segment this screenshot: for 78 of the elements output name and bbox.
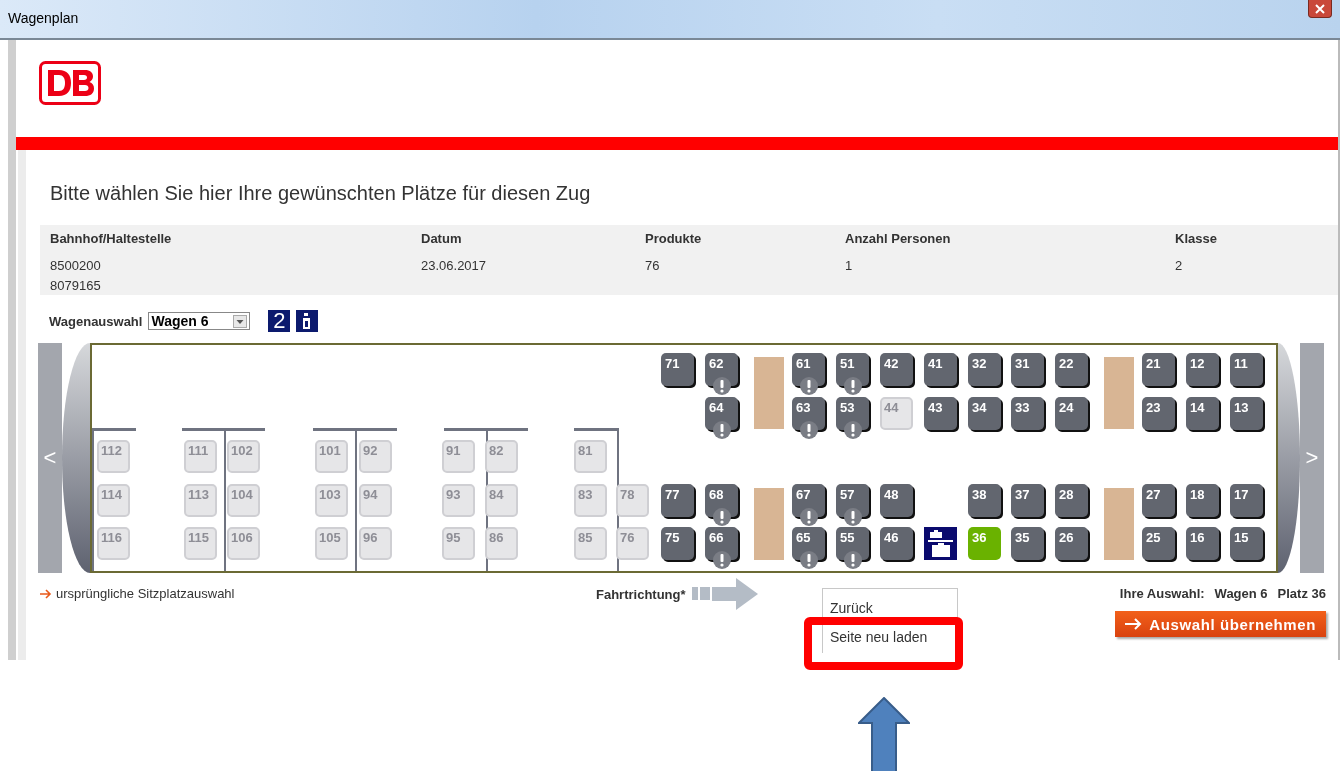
seat[interactable]: 63 xyxy=(792,396,825,441)
close-button[interactable] xyxy=(1308,0,1332,18)
wagon-label: Wagenauswahl xyxy=(49,313,143,329)
seat[interactable]: 68 xyxy=(705,483,738,528)
seat[interactable]: 32 xyxy=(968,353,1001,386)
seat[interactable]: 41 xyxy=(924,353,957,386)
wagon-dropdown[interactable]: Wagen 6 xyxy=(148,312,251,330)
seat[interactable]: 65 xyxy=(792,527,825,571)
seat[interactable]: 55 xyxy=(836,527,869,571)
info-label: Datum xyxy=(421,231,463,246)
selection-label: Ihre Auswahl: xyxy=(1119,586,1205,601)
seat[interactable]: 43 xyxy=(924,396,957,430)
seat[interactable]: 64 xyxy=(705,396,738,441)
direction-label: Fahrtrichtung* xyxy=(596,586,686,602)
selected-wagon: Wagen 6 xyxy=(1214,586,1268,601)
seat[interactable]: 31 xyxy=(1011,353,1044,386)
selected-seat: Platz 36 xyxy=(1277,586,1326,601)
arrow-right-icon xyxy=(40,588,52,599)
seat[interactable]: 12 xyxy=(1186,353,1219,386)
seat[interactable]: 75 xyxy=(661,527,694,560)
info-value: 2 xyxy=(1175,257,1184,275)
info-value: 23.06.2017 xyxy=(421,257,487,275)
table xyxy=(1104,357,1134,429)
seat[interactable]: 13 xyxy=(1230,396,1263,430)
info-value: 1 xyxy=(845,257,854,275)
seat[interactable]: 53 xyxy=(836,396,869,441)
seat[interactable]: 27 xyxy=(1142,483,1175,517)
seat[interactable]: 34 xyxy=(968,396,1001,430)
table xyxy=(754,357,784,429)
logo-icon xyxy=(39,61,101,105)
info-label: Bahnhof/Haltestelle xyxy=(50,231,172,246)
seat[interactable]: 15 xyxy=(1230,527,1263,560)
seat[interactable]: 33 xyxy=(1011,396,1044,430)
seat[interactable]: 24 xyxy=(1055,396,1088,430)
page-heading: Bitte wählen Sie hier Ihre gewünschten Plätze für diesen Zug xyxy=(50,182,592,205)
seat[interactable]: 14 xyxy=(1186,396,1219,430)
menu-item[interactable]: Zurück xyxy=(823,589,957,621)
seat[interactable]: 66 xyxy=(705,527,738,571)
close-icon xyxy=(1315,3,1325,14)
seat[interactable]: 48 xyxy=(880,483,913,517)
direction-arrow-icon xyxy=(691,577,758,611)
seat[interactable]: 11 xyxy=(1230,353,1263,386)
seat[interactable]: 18 xyxy=(1186,483,1219,517)
seat[interactable]: 62 xyxy=(705,353,738,397)
seat[interactable]: 37 xyxy=(1011,483,1044,517)
seat[interactable]: 17 xyxy=(1230,483,1263,517)
seat[interactable]: 28 xyxy=(1055,483,1088,517)
window-title: Wagenplan xyxy=(8,10,79,26)
info-label: Klasse xyxy=(1175,231,1217,246)
luggage-rack-icon xyxy=(924,527,957,560)
seat[interactable]: 25 xyxy=(1142,527,1175,560)
seat[interactable]: 61 xyxy=(792,353,825,397)
up-arrow-icon xyxy=(858,697,910,771)
class-badge: 2 xyxy=(268,310,291,332)
seat[interactable]: 16 xyxy=(1186,527,1219,560)
seat[interactable]: 42 xyxy=(880,353,913,386)
info-value: 8079165 xyxy=(50,277,102,295)
info-value: 76 xyxy=(645,257,661,275)
info-label: Anzahl Personen xyxy=(845,231,951,246)
seat[interactable]: 26 xyxy=(1055,527,1088,560)
arrow-right-icon xyxy=(1125,618,1144,630)
confirm-button[interactable]: Auswahl übernehmen xyxy=(1115,611,1326,637)
seat[interactable]: 67 xyxy=(792,483,825,528)
seat[interactable]: 38 xyxy=(968,483,1001,517)
seat[interactable]: 23 xyxy=(1142,396,1175,430)
seat[interactable]: 35 xyxy=(1011,527,1044,560)
seat[interactable]: 77 xyxy=(661,483,694,517)
info-icon xyxy=(296,310,319,332)
seat[interactable]: 51 xyxy=(836,353,869,397)
seat[interactable]: 46 xyxy=(880,527,913,560)
seat[interactable]: 22 xyxy=(1055,353,1088,386)
original-selection-link[interactable]: ursprüngliche Sitzplatzauswahl xyxy=(40,586,235,601)
seat[interactable]: 57 xyxy=(836,483,869,528)
seat[interactable]: 71 xyxy=(661,353,694,386)
info-label: Produkte xyxy=(645,231,702,246)
info-value: 8500200 xyxy=(50,257,102,275)
menu-item[interactable]: Seite neu laden xyxy=(823,621,957,653)
seat[interactable]: 21 xyxy=(1142,353,1175,386)
